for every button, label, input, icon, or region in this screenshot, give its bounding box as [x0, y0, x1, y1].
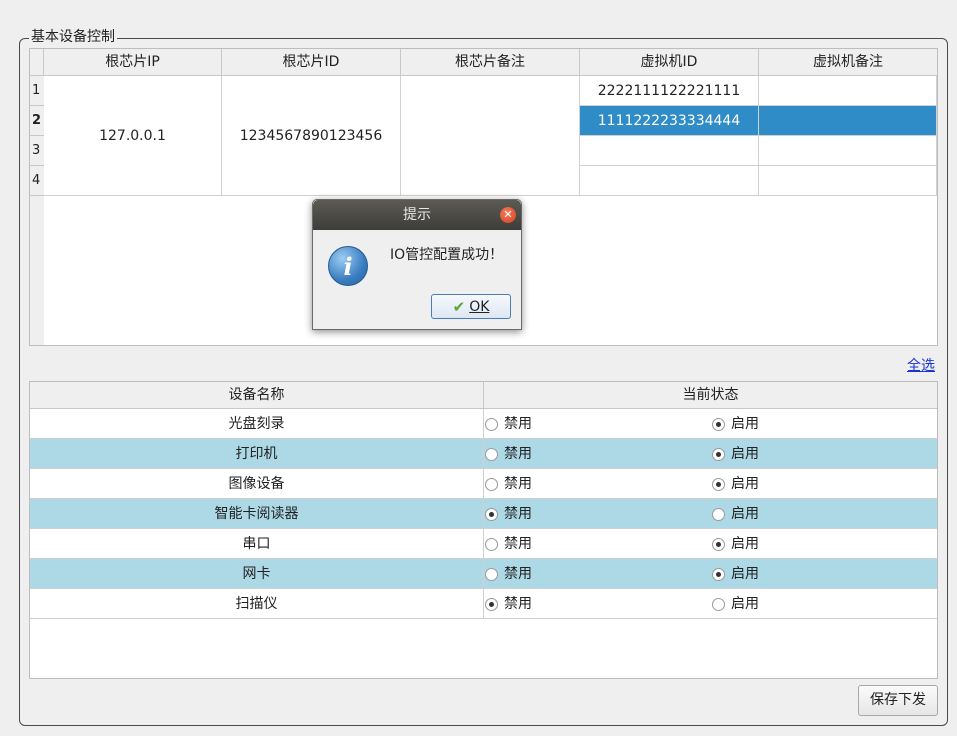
- radio-indicator-icon: [485, 537, 498, 551]
- radio-label: 启用: [731, 446, 759, 462]
- row-header-4[interactable]: 4: [30, 166, 44, 196]
- radio-indicator-icon: [712, 537, 725, 551]
- radio-enable[interactable]: 启用: [712, 499, 759, 529]
- header-root-chip-ip[interactable]: 根芯片IP: [44, 49, 222, 76]
- select-all-link[interactable]: 全选: [907, 355, 935, 375]
- cell-vm-id[interactable]: [580, 166, 759, 196]
- cell-vm-note-selected[interactable]: [759, 106, 937, 136]
- radio-disable[interactable]: 禁用: [485, 439, 532, 469]
- info-icon: i: [328, 246, 368, 286]
- radio-indicator-icon: [485, 597, 498, 611]
- dialog-message: IO管控配置成功！: [390, 247, 504, 263]
- dialog-title: 提示: [403, 207, 431, 223]
- group-title: 基本设备控制: [29, 28, 117, 46]
- device-row[interactable]: 网卡 禁用 启用: [30, 559, 937, 589]
- corner-header: [30, 49, 44, 76]
- radio-label: 启用: [731, 416, 759, 432]
- radio-indicator-icon: [712, 417, 725, 431]
- radio-enable[interactable]: 启用: [712, 589, 759, 619]
- cell-vm-id[interactable]: [580, 136, 759, 166]
- radio-label: 启用: [731, 536, 759, 552]
- device-row[interactable]: 串口 禁用 启用: [30, 529, 937, 559]
- cell-root-chip-note[interactable]: [401, 76, 580, 196]
- row-header-1[interactable]: 1: [30, 76, 44, 106]
- radio-indicator-icon: [485, 447, 498, 461]
- radio-disable[interactable]: 禁用: [485, 589, 532, 619]
- radio-disable[interactable]: 禁用: [485, 469, 532, 499]
- header-root-chip-id[interactable]: 根芯片ID: [222, 49, 401, 76]
- checkmark-icon: ✔: [452, 297, 466, 316]
- radio-label: 禁用: [504, 476, 532, 492]
- radio-indicator-icon: [712, 447, 725, 461]
- radio-label: 禁用: [504, 446, 532, 462]
- device-name: 智能卡阅读器: [30, 499, 484, 529]
- radio-enable[interactable]: 启用: [712, 469, 759, 499]
- radio-label: 禁用: [504, 416, 532, 432]
- radio-enable[interactable]: 启用: [712, 439, 759, 469]
- device-row[interactable]: 打印机 禁用 启用: [30, 439, 937, 469]
- radio-label: 启用: [731, 506, 759, 522]
- device-row[interactable]: 扫描仪 禁用 启用: [30, 589, 937, 619]
- device-row[interactable]: 光盘刻录 禁用 启用: [30, 409, 937, 439]
- radio-label: 禁用: [504, 596, 532, 612]
- radio-indicator-icon: [485, 507, 498, 521]
- device-table: 设备名称 当前状态 光盘刻录 禁用 启用 打印机 禁用 启用 图像设备 禁用 启用 智能卡阅读器禁…: [29, 381, 938, 679]
- radio-indicator-icon: [485, 567, 498, 581]
- radio-indicator-icon: [712, 567, 725, 581]
- cell-vm-note[interactable]: [759, 166, 937, 196]
- row-header-3[interactable]: 3: [30, 136, 44, 166]
- radio-disable[interactable]: 禁用: [485, 499, 532, 529]
- device-name: 图像设备: [30, 469, 484, 499]
- cell-vm-note[interactable]: [759, 76, 937, 106]
- device-name: 打印机: [30, 439, 484, 469]
- header-device-name[interactable]: 设备名称: [30, 382, 484, 409]
- radio-indicator-icon: [712, 477, 725, 491]
- device-name: 光盘刻录: [30, 409, 484, 439]
- radio-label: 禁用: [504, 566, 532, 582]
- radio-indicator-icon: [485, 417, 498, 431]
- radio-enable[interactable]: 启用: [712, 409, 759, 439]
- radio-enable[interactable]: 启用: [712, 529, 759, 559]
- cell-root-chip-id[interactable]: 1234567890123456: [222, 76, 401, 196]
- radio-label: 启用: [731, 596, 759, 612]
- radio-disable[interactable]: 禁用: [485, 559, 532, 589]
- cell-vm-id[interactable]: 2222111122221111: [580, 76, 759, 106]
- ok-button[interactable]: ✔ OK: [431, 294, 511, 319]
- radio-indicator-icon: [712, 507, 725, 521]
- radio-indicator-icon: [485, 477, 498, 491]
- device-name: 串口: [30, 529, 484, 559]
- info-dialog: 提示 ✕ i IO管控配置成功！ ✔ OK: [312, 199, 522, 330]
- close-icon[interactable]: ✕: [500, 207, 516, 223]
- ok-button-label: OK: [469, 298, 490, 315]
- device-name: 网卡: [30, 559, 484, 589]
- radio-disable[interactable]: 禁用: [485, 409, 532, 439]
- cell-root-chip-ip[interactable]: 127.0.0.1: [44, 76, 222, 196]
- header-vm-id[interactable]: 虚拟机ID: [580, 49, 759, 76]
- save-and-deploy-button[interactable]: 保存下发: [858, 685, 938, 716]
- header-vm-note[interactable]: 虚拟机备注: [759, 49, 937, 76]
- row-header-2[interactable]: 2: [30, 106, 44, 136]
- radio-label: 禁用: [504, 506, 532, 522]
- radio-disable[interactable]: 禁用: [485, 529, 532, 559]
- radio-enable[interactable]: 启用: [712, 559, 759, 589]
- dialog-titlebar[interactable]: 提示: [313, 200, 521, 230]
- radio-label: 禁用: [504, 536, 532, 552]
- header-root-chip-note[interactable]: 根芯片备注: [401, 49, 580, 76]
- device-row[interactable]: 智能卡阅读器 禁用 启用: [30, 499, 937, 529]
- device-name: 扫描仪: [30, 589, 484, 619]
- radio-label: 启用: [731, 476, 759, 492]
- device-row[interactable]: 图像设备 禁用 启用: [30, 469, 937, 499]
- cell-vm-note[interactable]: [759, 136, 937, 166]
- radio-indicator-icon: [712, 597, 725, 611]
- cell-vm-id-selected[interactable]: 1111222233334444: [580, 106, 759, 136]
- radio-label: 启用: [731, 566, 759, 582]
- header-current-state[interactable]: 当前状态: [484, 382, 937, 409]
